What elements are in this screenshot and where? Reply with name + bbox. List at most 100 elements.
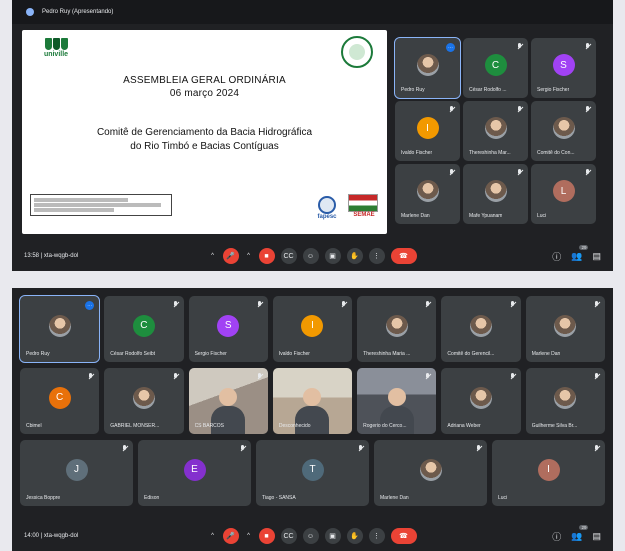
presenter-label: Pedro Ruy (Apresentando) [42,9,114,15]
presenter-avatar-icon [26,8,34,16]
meet-window-presentation: Pedro Ruy (Apresentando) univille ASSEMB… [12,0,613,271]
participant-tile[interactable]: Guilherme Silva Br... [525,368,605,434]
participant-tile[interactable]: C César Rodolfo ... [463,38,528,98]
present-button[interactable]: ▣ [324,528,341,544]
participant-tile[interactable]: Thereshinha Mar... [463,101,528,161]
chat-icon[interactable]: ▤ [592,531,601,542]
participant-initial-avatar: C [132,314,155,337]
participant-tile[interactable]: GABRIEL MONSER... [104,368,184,434]
participant-tile[interactable]: I Ivaldo Fischer [395,101,460,161]
participant-name: Luci [537,213,547,219]
tile-options-icon[interactable]: ⋯ [446,43,455,52]
meeting-info: 14:00 | xta-wqgb-dol [24,533,79,539]
participant-name: César Rodolfo Seibt [110,351,156,357]
participant-initial-avatar: E [183,458,206,481]
camera-toggle-button[interactable]: ■ [258,248,275,264]
participant-tile[interactable]: Comitê do Con... [531,101,596,161]
participant-tile[interactable]: Marlene Dan [395,164,460,224]
participant-initial-avatar: C [48,386,71,409]
participant-initial-avatar: I [416,117,439,139]
participant-tile[interactable]: Marlene Dan [525,296,605,362]
participant-initial-avatar: S [552,54,575,76]
chat-icon[interactable]: ▤ [592,251,601,262]
participant-tile[interactable]: Comitê do Gerencil... [441,296,521,362]
more-options-button[interactable]: ⋮ [368,528,385,544]
participant-name: Ivaldo Fischer [278,351,310,357]
participant-tile[interactable]: C Cbimel [20,368,100,434]
participant-tile[interactable]: S Sergio Fischer [188,296,268,362]
participant-initial-avatar: I [301,314,324,337]
people-icon[interactable]: 👥 29 [571,244,589,262]
participant-initial-avatar: T [301,458,324,481]
participant-tile[interactable]: T Tiago - SANSA [256,440,369,506]
participant-photo-avatar [419,458,442,481]
participant-initial-avatar: C [484,54,507,76]
bottom-bar: 14:00 | xta-wqgb-dol ^ 🎤 ^ ■ CC ☺ ▣ ✋ ⋮ … [12,521,613,551]
participant-name: Comitê do Gerencil... [447,351,495,357]
participant-tile[interactable]: E Edison [138,440,251,506]
mic-off-icon [358,445,363,452]
participant-name: Tiago - SANSA [262,495,296,501]
participant-photo-avatar [385,314,408,337]
participant-name: Marlene Dan [380,495,409,501]
emoji-button[interactable]: ☺ [302,248,319,264]
participant-tile[interactable]: Desconhecido [272,368,353,434]
info-icon[interactable]: ⓘ [552,250,561,263]
camera-options-button[interactable]: ^ [245,248,253,264]
raise-hand-button[interactable]: ✋ [346,248,363,264]
mic-off-icon [257,373,262,380]
participant-tile[interactable]: ⋯ Pedro Ruy [394,37,461,99]
participant-tile[interactable]: Marlene Dan [374,440,487,506]
mic-off-icon [88,373,93,380]
mic-off-icon [476,445,481,452]
participant-name: GABRIEL MONSER... [110,423,160,429]
camera-options-button[interactable]: ^ [245,528,253,544]
participant-initial-avatar: I [537,458,560,481]
participant-tile[interactable]: ⋯ Pedro Ruy [18,295,101,363]
more-options-button[interactable]: ⋮ [368,248,385,264]
participant-name: Edison [144,495,160,501]
camera-toggle-button[interactable]: ■ [258,528,275,544]
mic-off-icon [585,169,590,176]
participant-tile[interactable]: I Ivaldo Fischer [272,296,353,362]
info-icon[interactable]: ⓘ [552,530,561,543]
univille-logo: univille [36,38,76,58]
mic-options-button[interactable]: ^ [209,248,217,264]
mic-options-button[interactable]: ^ [209,528,217,544]
mic-off-icon [594,445,599,452]
mic-off-icon [585,43,590,50]
participant-name: Pedro Ruy [401,87,425,93]
participant-tile[interactable]: Rogerio do Cerco... [357,368,437,434]
hang-up-button[interactable]: ☎ [390,528,417,544]
raise-hand-button[interactable]: ✋ [346,528,363,544]
mic-off-icon [510,301,515,308]
participant-tile[interactable]: CS BARCOS [188,368,268,434]
emoji-button[interactable]: ☺ [302,528,319,544]
participant-tile[interactable]: J Jessica Boppre [20,440,133,506]
hang-up-button[interactable]: ☎ [390,248,417,264]
participant-tile[interactable]: I Luci [492,440,605,506]
mic-toggle-button[interactable]: 🎤 [222,248,239,264]
present-button[interactable]: ▣ [324,248,341,264]
mic-toggle-button[interactable]: 🎤 [222,528,239,544]
mic-off-icon [449,169,454,176]
participant-tile[interactable]: S Sergio Fischer [531,38,596,98]
participant-tile[interactable]: Thereshinha Maria ... [357,296,437,362]
participant-tile[interactable]: Adriana Weber [441,368,521,434]
participant-photo-avatar [132,386,155,409]
presenter-bar: Pedro Ruy (Apresentando) [12,0,613,24]
participant-tile[interactable]: L Luci [531,164,596,224]
mic-off-icon [594,301,599,308]
participant-tile[interactable]: C César Rodolfo Seibt [104,296,184,362]
participant-photo-avatar [554,386,577,409]
captions-button[interactable]: CC [280,528,297,544]
tile-options-icon[interactable]: ⋯ [85,301,95,310]
people-icon[interactable]: 👥 29 [571,524,589,542]
participant-name: Thereshinha Maria ... [363,351,411,357]
mic-off-icon [240,445,245,452]
fapesc-logo: fapesc [312,196,342,220]
meet-window-grid: ⋯ Pedro Ruy C César Rodolfo Seibt S Sergio Fi… [12,288,613,551]
participant-name: Sergio Fischer [537,87,570,93]
participant-tile[interactable]: Mafe Ypuanam [463,164,528,224]
captions-button[interactable]: CC [280,248,297,264]
